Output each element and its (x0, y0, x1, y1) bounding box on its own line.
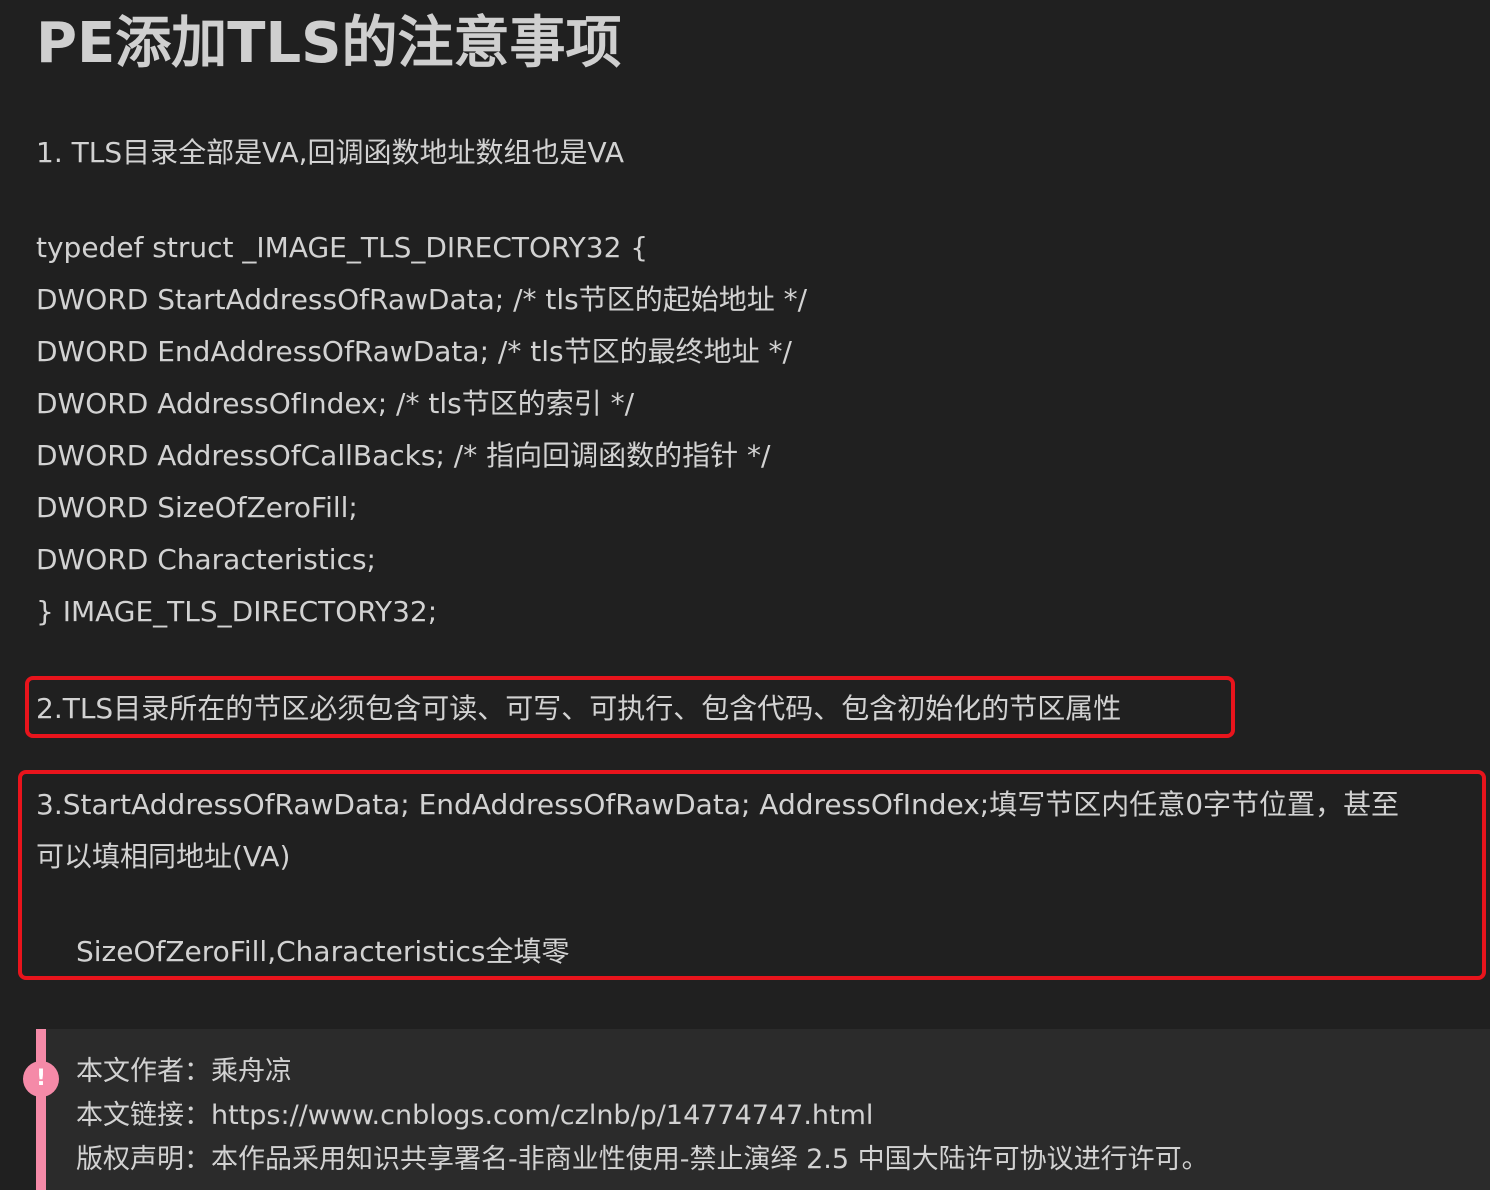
code-line: } IMAGE_TLS_DIRECTORY32; (36, 595, 438, 628)
notice-link[interactable]: 本文链接：https://www.cnblogs.com/czlnb/p/147… (76, 1096, 873, 1136)
code-line: DWORD Characteristics; (36, 543, 376, 576)
code-line: DWORD AddressOfCallBacks; /* 指向回调函数的指针 *… (36, 439, 771, 472)
point-1: 1. TLS目录全部是VA,回调函数地址数组也是VA (36, 136, 625, 169)
notice-license: 版权声明：本作品采用知识共享署名-非商业性使用-禁止演绎 2.5 中国大陆许可协… (76, 1144, 1209, 1175)
point-3-line-2: 可以填相同地址(VA) (36, 840, 291, 873)
notice-accent-bar (36, 1029, 46, 1190)
code-line: DWORD EndAddressOfRawData; /* tls节区的最终地址… (36, 335, 792, 368)
code-line: DWORD AddressOfIndex; /* tls节区的索引 */ (36, 387, 635, 420)
code-line: DWORD SizeOfZeroFill; (36, 491, 358, 524)
code-line: DWORD StartAddressOfRawData; /* tls节区的起始… (36, 283, 808, 316)
exclamation-icon: ! (23, 1061, 59, 1097)
point-2: 2.TLS目录所在的节区必须包含可读、可写、可执行、包含代码、包含初始化的节区属… (36, 692, 1122, 725)
point-3-line-3: SizeOfZeroFill,Characteristics全填零 (76, 935, 570, 968)
page-title: PE添加TLS的注意事项 (36, 11, 622, 76)
point-3-line-1: 3.StartAddressOfRawData; EndAddressOfRaw… (36, 788, 1400, 821)
code-line: typedef struct _IMAGE_TLS_DIRECTORY32 { (36, 231, 649, 264)
notice-author: 本文作者：乘舟凉 (76, 1056, 292, 1087)
